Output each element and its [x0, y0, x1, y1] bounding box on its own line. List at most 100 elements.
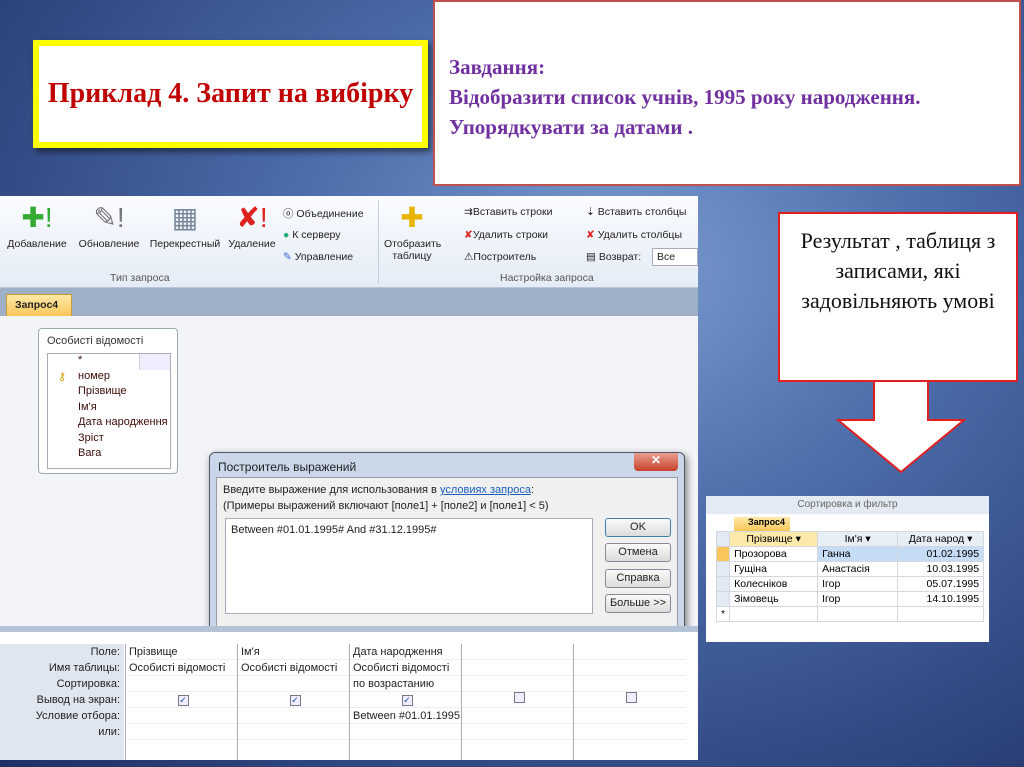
delete-button[interactable]: ✘! Удаление — [226, 196, 278, 250]
delete-icon: ✘! — [236, 202, 268, 233]
crosstab-button[interactable]: ▦ Перекрестный — [146, 196, 224, 250]
help-button[interactable]: Справка — [605, 569, 671, 588]
cell[interactable]: Колесніков — [729, 576, 819, 592]
cell[interactable]: 10.03.1995 — [897, 561, 985, 577]
cell[interactable] — [897, 606, 985, 622]
grid-cell-field[interactable] — [574, 644, 685, 660]
tab-query4[interactable]: Запрос4 — [734, 517, 790, 531]
grid-column[interactable] — [461, 644, 573, 760]
show-checkbox[interactable]: ✓ — [401, 695, 413, 706]
grid-cell-criteria[interactable] — [238, 708, 349, 724]
table-row[interactable]: Колесніков Ігор 05.07.1995 — [715, 576, 985, 592]
cell[interactable]: Прозорова — [729, 546, 819, 562]
grid-cell-field[interactable]: Прізвище — [126, 644, 237, 660]
builder-button[interactable]: ⚠Построитель — [464, 251, 536, 263]
cell[interactable] — [729, 606, 819, 622]
expression-input[interactable]: Between #01.01.1995# And #31.12.1995# — [225, 518, 593, 614]
grid-cell-field[interactable] — [462, 644, 573, 660]
grid-cell-or[interactable] — [574, 724, 685, 740]
grid-cell-sort[interactable] — [238, 676, 349, 692]
field-item[interactable]: Ім'я — [48, 401, 170, 417]
field-item[interactable]: Зріст — [48, 432, 170, 448]
label: Удаление — [228, 238, 276, 250]
update-button[interactable]: ✎! Обновление — [74, 196, 144, 250]
grid-cell-table[interactable] — [574, 660, 685, 676]
select-all[interactable] — [715, 531, 731, 547]
grid-column[interactable] — [573, 644, 685, 760]
query-criteria-link[interactable]: условиях запроса — [440, 484, 531, 496]
tab-query4[interactable]: Запрос4 — [6, 294, 72, 316]
grid-cell-criteria[interactable]: Between #01.01.1995 — [350, 708, 461, 724]
cell[interactable]: 01.02.1995 — [897, 546, 985, 562]
cell[interactable]: Зімовець — [729, 591, 819, 607]
label: Построитель — [473, 251, 537, 263]
table-row[interactable]: Прозорова Ганна 01.02.1995 — [715, 546, 985, 562]
passthrough-button[interactable]: ● К серверу — [283, 229, 341, 241]
delete-rows-button[interactable]: ✘Удалить строки — [464, 229, 548, 241]
row-selector[interactable] — [715, 576, 731, 592]
field-item[interactable]: ⚷ номер — [48, 370, 170, 386]
table-field-list[interactable]: Особисті відомості * ⚷ номер Прізвище Ім'… — [38, 328, 178, 474]
grid-cell-table[interactable] — [462, 660, 573, 676]
label: Вставить столбцы — [597, 206, 687, 218]
show-table-button[interactable]: ✚ Отобразить таблицу — [384, 196, 441, 262]
return-label: ▤ Возврат: — [586, 251, 642, 263]
grid-cell-criteria[interactable] — [126, 708, 237, 724]
grid-cell-table[interactable]: Особисті відомості — [350, 660, 461, 676]
grid-cell-criteria[interactable] — [574, 708, 685, 724]
field-item[interactable]: Дата народження — [48, 416, 170, 432]
field-item[interactable]: Прізвище — [48, 385, 170, 401]
grid-cell-field[interactable]: Ім'я — [238, 644, 349, 660]
close-button[interactable]: ✕ — [634, 453, 678, 471]
scrollbar[interactable]: ▲≡▼ — [139, 354, 170, 370]
cell[interactable]: 05.07.1995 — [897, 576, 985, 592]
splitter[interactable] — [0, 626, 698, 632]
show-checkbox[interactable] — [513, 692, 525, 703]
row-selector[interactable] — [715, 561, 731, 577]
grid-column[interactable]: Ім'я Особисті відомості ✓ — [237, 644, 349, 760]
data-definition-button[interactable]: ✎ Управление — [283, 251, 353, 263]
show-checkbox[interactable]: ✓ — [177, 695, 189, 706]
grid-cell-or[interactable] — [126, 724, 237, 740]
cancel-button[interactable]: Отмена — [605, 543, 671, 562]
insert-rows-button[interactable]: ⇉Вставить строки — [464, 206, 552, 218]
grid-cell-or[interactable] — [238, 724, 349, 740]
grid-cell-table[interactable]: Особисті відомості — [126, 660, 237, 676]
grid-cell-criteria[interactable] — [462, 708, 573, 724]
union-button[interactable]: ⓞ Объединение — [283, 206, 364, 221]
cell[interactable]: Ганна — [817, 546, 899, 562]
grid-column[interactable]: Прізвище Особисті відомості ✓ — [125, 644, 237, 760]
cell[interactable]: Анастасія — [817, 561, 899, 577]
more-button[interactable]: Больше >> — [605, 594, 671, 613]
column-header[interactable]: Ім'я ▾ — [817, 531, 899, 547]
show-checkbox[interactable] — [625, 692, 637, 703]
grid-cell-or[interactable] — [462, 724, 573, 740]
grid-cell-sort[interactable]: по возрастанию — [350, 676, 461, 692]
table-row[interactable]: Зімовець Ігор 14.10.1995 — [715, 591, 985, 607]
return-select[interactable]: Все — [652, 248, 698, 266]
grid-column[interactable]: Дата народження Особисті відомості по возр… — [349, 644, 461, 760]
grid-cell-sort[interactable] — [462, 676, 573, 692]
row-selector[interactable] — [715, 546, 731, 562]
cell[interactable]: Ігор — [817, 591, 899, 607]
insert-columns-button[interactable]: ⇣ Вставить столбцы — [586, 206, 686, 218]
append-button[interactable]: ✚! Добавление — [4, 196, 70, 250]
field-item[interactable]: Вага — [48, 447, 170, 463]
ok-button[interactable]: OK — [605, 518, 671, 537]
cell[interactable] — [817, 606, 899, 622]
cell[interactable]: Ігор — [817, 576, 899, 592]
grid-cell-or[interactable] — [350, 724, 461, 740]
grid-cell-table[interactable]: Особисті відомості — [238, 660, 349, 676]
grid-cell-sort[interactable] — [574, 676, 685, 692]
show-checkbox[interactable]: ✓ — [289, 695, 301, 706]
cell[interactable]: Гущіна — [729, 561, 819, 577]
column-header[interactable]: Прізвище ▾ — [729, 531, 819, 547]
column-header[interactable]: Дата народ ▾ — [897, 531, 985, 547]
grid-cell-field[interactable]: Дата народження — [350, 644, 461, 660]
grid-cell-sort[interactable] — [126, 676, 237, 692]
row-selector[interactable] — [715, 591, 731, 607]
table-row[interactable]: Гущіна Анастасія 10.03.1995 — [715, 561, 985, 577]
delete-columns-button[interactable]: ✘ Удалить столбцы — [586, 229, 682, 241]
cell[interactable]: 14.10.1995 — [897, 591, 985, 607]
access-window: ✚! Добавление ✎! Обновление ▦ Перекрестный … — [0, 196, 698, 760]
